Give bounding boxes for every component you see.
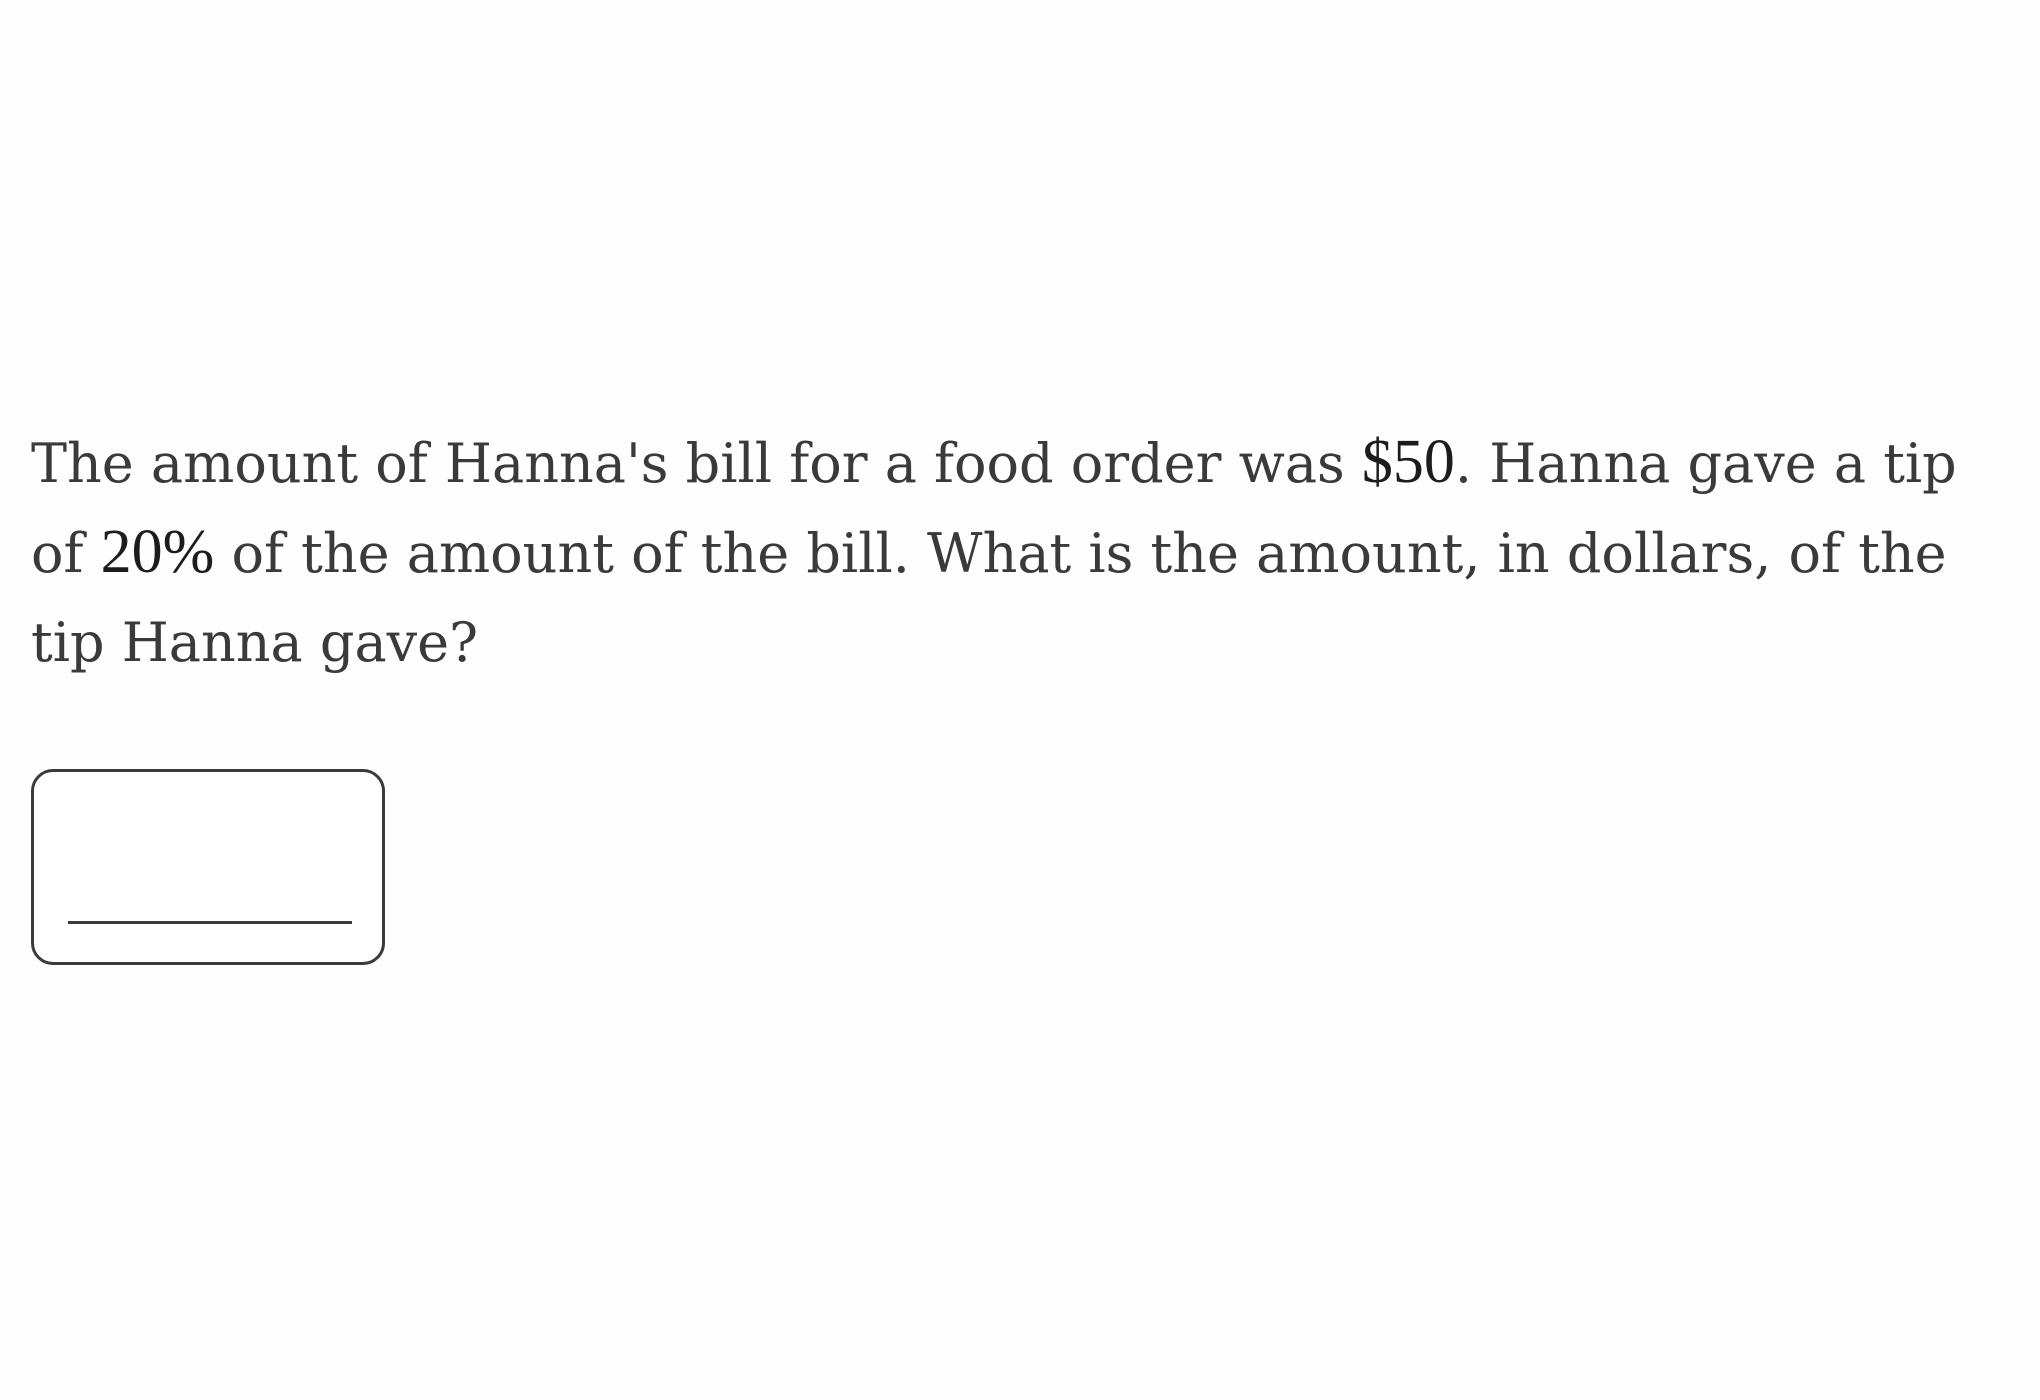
question-text-part-3: of the amount of the bill. What is the a… [31, 522, 1947, 674]
question-text-part-1: The amount of Hanna's bill for a food or… [31, 432, 1362, 495]
answer-box[interactable] [31, 769, 385, 965]
question-text: The amount of Hanna's bill for a food or… [31, 418, 2021, 687]
tip-percent: 20% [100, 518, 215, 586]
answer-input[interactable] [68, 812, 350, 912]
bill-amount: $50 [1361, 428, 1455, 496]
answer-underline [68, 921, 352, 924]
